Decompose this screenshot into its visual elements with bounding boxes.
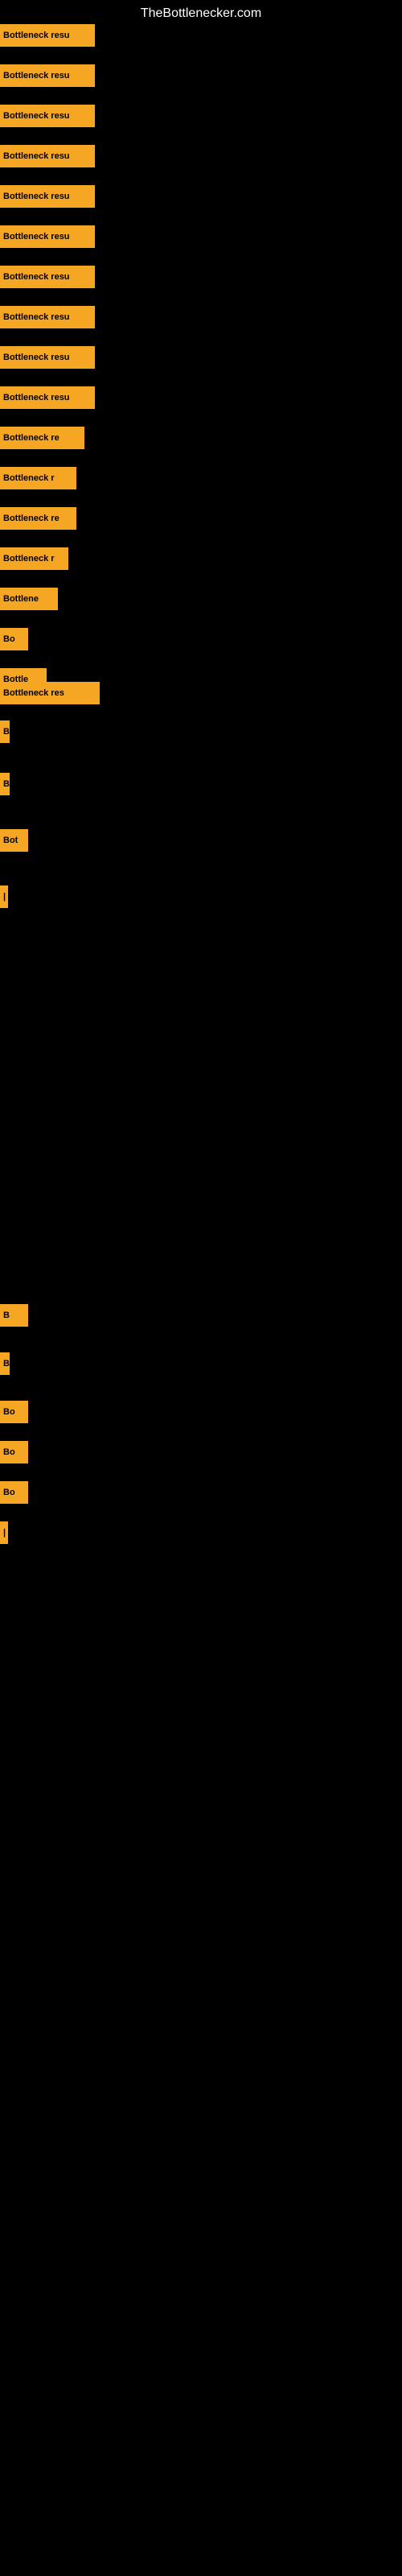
bar-label: Bottleneck resu	[0, 346, 95, 369]
bar-label: Bottlene	[0, 588, 58, 610]
bar-item: Bo	[0, 1441, 28, 1463]
bar-item: |	[0, 1521, 8, 1544]
bar-item: Bottleneck resu	[0, 145, 95, 167]
bar-item: Bottleneck resu	[0, 266, 95, 288]
bar-item: B	[0, 773, 10, 795]
bar-label: B	[0, 1304, 28, 1327]
bar-label: B	[0, 1352, 10, 1375]
bar-item: Bottleneck res	[0, 682, 100, 704]
bar-label: Bottleneck resu	[0, 145, 95, 167]
bar-label: Bo	[0, 1441, 28, 1463]
bar-item: Bo	[0, 1401, 28, 1423]
bar-label: Bottleneck r	[0, 547, 68, 570]
bar-label: Bottleneck resu	[0, 105, 95, 127]
bar-item: Bottleneck resu	[0, 386, 95, 409]
bar-item: Bottleneck resu	[0, 105, 95, 127]
bar-label: Bottleneck resu	[0, 185, 95, 208]
bar-item: B	[0, 1352, 10, 1375]
bar-label: |	[0, 886, 8, 908]
bar-item: B	[0, 720, 10, 743]
site-title: TheBottlenecker.com	[0, 0, 402, 27]
bar-item: Bottleneck re	[0, 427, 84, 449]
bar-label: Bottleneck re	[0, 427, 84, 449]
bar-label: Bo	[0, 1481, 28, 1504]
bar-label: B	[0, 773, 10, 795]
bar-label: Bottleneck res	[0, 682, 100, 704]
bar-item: B	[0, 1304, 28, 1327]
bar-item: Bottleneck r	[0, 467, 76, 489]
bar-label: Bottleneck r	[0, 467, 76, 489]
bar-item: Bottleneck resu	[0, 185, 95, 208]
bar-label: Bottleneck resu	[0, 24, 95, 47]
bar-label: Bo	[0, 628, 28, 650]
bar-label: B	[0, 720, 10, 743]
bar-item: Bo	[0, 628, 28, 650]
bar-label: Bot	[0, 829, 28, 852]
bar-item: Bottleneck resu	[0, 306, 95, 328]
bar-label: Bottleneck resu	[0, 225, 95, 248]
bar-item: Bottleneck resu	[0, 24, 95, 47]
bar-label: Bottleneck resu	[0, 306, 95, 328]
bar-label: Bottleneck re	[0, 507, 76, 530]
bar-item: Bo	[0, 1481, 28, 1504]
bar-label: Bottleneck resu	[0, 64, 95, 87]
bar-label: |	[0, 1521, 8, 1544]
bar-item: |	[0, 886, 8, 908]
bar-item: Bot	[0, 829, 28, 852]
bar-item: Bottleneck resu	[0, 346, 95, 369]
bar-label: Bottleneck resu	[0, 386, 95, 409]
bar-item: Bottleneck re	[0, 507, 76, 530]
bar-item: Bottleneck resu	[0, 225, 95, 248]
bar-item: Bottlene	[0, 588, 58, 610]
bar-item: Bottleneck r	[0, 547, 68, 570]
bar-label: Bottleneck resu	[0, 266, 95, 288]
bar-item: Bottleneck resu	[0, 64, 95, 87]
bar-label: Bo	[0, 1401, 28, 1423]
